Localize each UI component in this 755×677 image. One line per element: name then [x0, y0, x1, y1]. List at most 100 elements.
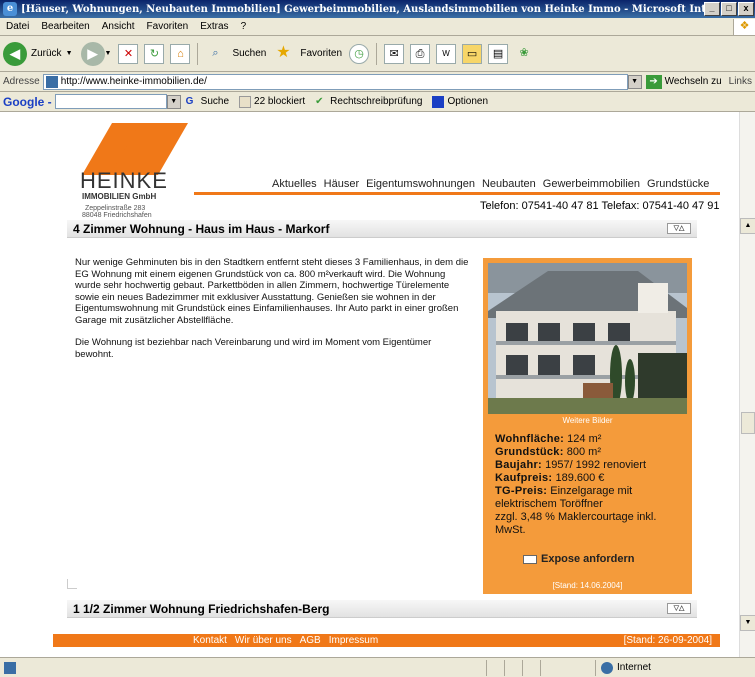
- google-spellcheck[interactable]: ✔ Rechtschreibprüfung: [315, 96, 422, 108]
- request-expose-label[interactable]: Expose anfordern: [541, 553, 635, 565]
- back-icon[interactable]: ◀: [3, 41, 27, 66]
- fact-label: Grundstück:: [495, 446, 564, 458]
- company-street: Zeppelinstraße 283: [85, 205, 146, 212]
- toolbar-divider: [376, 42, 378, 65]
- nav-eigentumswohnungen[interactable]: Eigentumswohnungen: [366, 178, 475, 190]
- address-url[interactable]: http://www.heinke-immobilien.de/: [61, 76, 207, 87]
- scroll-down-icon[interactable]: ▼: [740, 615, 755, 631]
- history-icon[interactable]: ◷: [349, 43, 370, 64]
- footer-link-agb[interactable]: AGB: [300, 634, 321, 647]
- footer-link-impressum[interactable]: Impressum: [329, 634, 378, 647]
- footer-link-wir-ueber-uns[interactable]: Wir über uns: [235, 634, 292, 647]
- zone-label: Internet: [617, 662, 651, 673]
- menu-favoriten[interactable]: Favoriten: [141, 21, 195, 32]
- windows-logo-icon: ❖: [733, 18, 755, 35]
- minimize-button[interactable]: _: [704, 2, 720, 16]
- nav-neubauten[interactable]: Neubauten: [482, 178, 536, 190]
- nav-haeuser[interactable]: Häuser: [324, 178, 359, 190]
- listing-date: [Stand: 14.06.2004]: [552, 581, 623, 590]
- options-icon: [432, 95, 445, 108]
- site-footer: Kontakt Wir über uns AGB Impressum [Stan…: [53, 634, 720, 647]
- fact-kaufpreis: Kaufpreis: 189.600 €: [495, 472, 690, 485]
- more-pictures-link[interactable]: Weitere Bilder: [483, 416, 692, 425]
- home-icon[interactable]: ⌂: [170, 43, 191, 64]
- google-popup-blocker[interactable]: 22 blockiert: [239, 95, 305, 108]
- favorites-button-label[interactable]: Favoriten: [300, 48, 342, 59]
- listing-info-panel: Weitere Bilder Wohnfläche: 124 m² Grunds…: [483, 258, 692, 594]
- security-zone: Internet: [595, 659, 755, 676]
- refresh-icon[interactable]: ↻: [144, 43, 165, 64]
- scroll-up-icon[interactable]: ▲: [740, 218, 755, 234]
- spellcheck-label[interactable]: Rechtschreibprüfung: [330, 96, 422, 107]
- fact-label: Kaufpreis:: [495, 472, 553, 484]
- nav-gewerbeimmobilien[interactable]: Gewerbeimmobilien: [543, 178, 640, 190]
- menu-bearbeiten[interactable]: Bearbeiten: [35, 21, 95, 32]
- stop-icon[interactable]: ✕: [118, 43, 139, 64]
- google-logo[interactable]: Google -: [3, 95, 52, 109]
- google-options[interactable]: Optionen: [432, 95, 488, 108]
- msn-icon[interactable]: ❀: [514, 44, 534, 64]
- fact-value: 800 m²: [566, 446, 602, 458]
- description-paragraph: Nur wenige Gehminuten bis in den Stadtke…: [75, 257, 469, 326]
- request-expose-button[interactable]: Expose anfordern: [523, 553, 635, 565]
- nav-grundstuecke[interactable]: Grundstücke: [647, 178, 709, 190]
- google-search-label[interactable]: Suche: [201, 96, 229, 107]
- research-icon[interactable]: ▤: [488, 43, 509, 64]
- fact-wohnflaeche: Wohnfläche: 124 m²: [495, 433, 690, 446]
- go-button[interactable]: ➔ Wechseln zu: [645, 74, 722, 89]
- envelope-icon: [523, 554, 537, 564]
- maximize-button[interactable]: □: [721, 2, 737, 16]
- close-button[interactable]: x: [738, 2, 754, 16]
- vertical-scrollbar[interactable]: ▲ ▼: [739, 112, 755, 657]
- window-title: [Häuser, Wohnungen, Neubauten Immobilien…: [21, 3, 704, 15]
- fact-value: 189.600 €: [555, 472, 605, 484]
- menu-bar: Datei Bearbeiten Ansicht Favoriten Extra…: [0, 18, 755, 36]
- scroll-thumb[interactable]: [741, 412, 755, 434]
- links-button[interactable]: Links: [726, 76, 755, 87]
- fact-grundstueck: Grundstück: 800 m²: [495, 446, 690, 459]
- chevron-down-icon[interactable]: ▼: [66, 50, 73, 57]
- back-button-label[interactable]: Zurück: [31, 48, 62, 59]
- print-icon[interactable]: ⎙: [410, 43, 431, 64]
- title-bar: e [Häuser, Wohnungen, Neubauten Immobili…: [0, 0, 755, 18]
- forward-icon[interactable]: ▶: [80, 41, 105, 66]
- search-icon[interactable]: ⌕: [205, 44, 225, 64]
- house-photo[interactable]: [488, 263, 687, 414]
- browser-window: e [Häuser, Wohnungen, Neubauten Immobili…: [0, 0, 755, 677]
- web-page: HEINKE IMMOBILIEN GmbH Zeppelinstraße 28…: [0, 112, 739, 657]
- edit-icon[interactable]: W: [436, 43, 457, 64]
- corner-decoration: [67, 579, 77, 589]
- footer-link-kontakt[interactable]: Kontakt: [193, 634, 227, 647]
- expand-toggle-icon[interactable]: ▽△: [667, 603, 691, 614]
- header-divider: [194, 192, 720, 195]
- google-search-button[interactable]: G Suche: [186, 96, 229, 108]
- blocked-count[interactable]: 22 blockiert: [254, 96, 305, 107]
- menu-help[interactable]: ?: [235, 21, 253, 32]
- go-arrow-icon[interactable]: ➔: [645, 74, 662, 89]
- google-g-icon: G: [185, 95, 194, 107]
- menu-extras[interactable]: Extras: [194, 21, 234, 32]
- globe-icon: [601, 661, 613, 674]
- menu-datei[interactable]: Datei: [0, 21, 35, 32]
- search-button-label[interactable]: Suchen: [232, 48, 266, 59]
- status-cell: [504, 659, 522, 676]
- favorites-star-icon[interactable]: ★: [273, 44, 293, 64]
- fact-courtage: zzgl. 3,48 % Maklercourtage inkl. MwSt.: [495, 511, 657, 536]
- options-label[interactable]: Optionen: [447, 96, 488, 107]
- collapse-toggle-icon[interactable]: ▽△: [667, 223, 691, 234]
- go-button-label[interactable]: Wechseln zu: [665, 76, 722, 87]
- messenger-icon[interactable]: ▭: [462, 43, 483, 64]
- fact-value: 124 m²: [567, 433, 602, 445]
- fact-label: TG-Preis:: [495, 485, 548, 497]
- chevron-down-icon[interactable]: ▼: [105, 50, 112, 57]
- address-input[interactable]: http://www.heinke-immobilien.de/: [42, 73, 628, 90]
- google-search-input[interactable]: [54, 94, 167, 109]
- status-cell: [522, 659, 540, 676]
- mail-icon[interactable]: ✉: [384, 43, 405, 64]
- footer-links: Kontakt Wir über uns AGB Impressum: [193, 634, 378, 647]
- listing-title: 1 1/2 Zimmer Wohnung Friedrichshafen-Ber…: [73, 602, 330, 616]
- menu-ansicht[interactable]: Ansicht: [96, 21, 141, 32]
- address-dropdown-icon[interactable]: ▼: [627, 74, 642, 89]
- nav-aktuelles[interactable]: Aktuelles: [272, 178, 317, 190]
- google-dropdown-icon[interactable]: ▼: [166, 94, 181, 109]
